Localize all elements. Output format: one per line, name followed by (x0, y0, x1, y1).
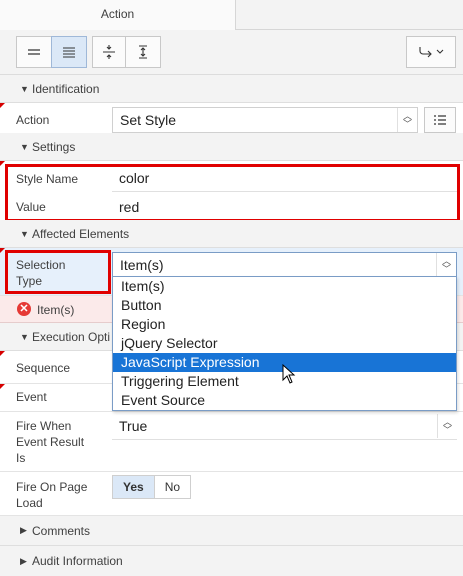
section-title: Affected Elements (32, 226, 130, 241)
action-select[interactable]: Set Style ︿ ﹀ (112, 107, 418, 133)
section-comments[interactable]: ▶ Comments (0, 516, 463, 546)
fire-on-load-label-line2: Load (16, 496, 43, 510)
dropdown-option[interactable]: Button (113, 296, 456, 315)
fire-on-load-toggle: Yes No (112, 475, 192, 499)
selection-type-select[interactable]: Item(s) ︿ ﹀ (112, 252, 457, 278)
section-identification[interactable]: ▼ Identification (0, 75, 463, 103)
section-title: Comments (32, 523, 91, 538)
tab-action[interactable]: Action (0, 0, 236, 30)
section-audit-information[interactable]: ▶ Audit Information (0, 546, 463, 576)
dropdown-option[interactable]: Event Source (113, 391, 456, 410)
expanded-triangle-icon: ▼ (20, 141, 29, 152)
expanded-triangle-icon: ▼ (20, 228, 29, 239)
fire-when-label-line2: Event Result (16, 435, 85, 449)
yes-button[interactable]: Yes (113, 476, 154, 498)
toolbar (0, 30, 463, 75)
action-value: Set Style (120, 112, 177, 128)
no-button[interactable]: No (153, 476, 191, 498)
expanded-view-icon (63, 47, 75, 58)
go-to-group-button[interactable] (406, 36, 456, 68)
section-settings[interactable]: ▼ Settings (0, 133, 463, 161)
go-to-group-icon (419, 47, 444, 58)
selection-type-dropdown: Item(s) Button Region jQuery Selector Ja… (112, 276, 457, 411)
expanded-view-button[interactable] (51, 36, 87, 68)
required-marker (0, 351, 5, 356)
fire-when-value: True (119, 418, 148, 434)
collapsed-triangle-icon: ▶ (20, 525, 27, 535)
compact-view-button[interactable] (16, 36, 52, 68)
section-affected-elements[interactable]: ▼ Affected Elements (0, 220, 463, 248)
selection-type-value: Item(s) (120, 257, 164, 273)
expanded-triangle-icon: ▼ (20, 83, 29, 94)
highlight-box-selection-type (5, 250, 111, 294)
expanded-triangle-icon: ▼ (20, 331, 29, 342)
dropdown-option[interactable]: Region (113, 315, 456, 334)
sequence-label: Sequence (16, 361, 71, 375)
section-title: Settings (32, 139, 76, 154)
fire-on-load-label-line1: Fire On Page (16, 480, 88, 494)
required-marker (0, 103, 5, 108)
fire-when-label-line1: Fire When (16, 419, 72, 433)
error-icon: ✕ (17, 302, 31, 316)
dropdown-option[interactable]: Item(s) (113, 277, 456, 296)
tab-bar: Action (0, 0, 463, 30)
fire-when-select[interactable]: True ︿ ﹀ (112, 414, 457, 440)
select-spinner-icon: ︿ ﹀ (437, 414, 457, 438)
mouse-cursor-icon (282, 364, 296, 384)
dropdown-option[interactable]: jQuery Selector (113, 334, 456, 353)
fire-when-label-line3: Is (16, 451, 26, 465)
expand-all-button[interactable] (125, 36, 161, 68)
highlight-box-settings (5, 164, 460, 222)
event-label: Event (16, 390, 47, 404)
list-of-values-button[interactable] (424, 107, 456, 133)
error-text: Item(s) (37, 303, 75, 317)
row-fire-on-load: Fire On Page Load (0, 472, 463, 516)
expand-all-icon (139, 45, 147, 59)
section-title: Audit Information (32, 554, 123, 568)
section-title: Identification (32, 81, 100, 96)
collapse-all-button[interactable] (92, 36, 126, 68)
list-icon (434, 115, 446, 125)
select-spinner-icon: ︿ ﹀ (436, 253, 456, 277)
action-label: Action (16, 113, 50, 127)
required-marker (0, 384, 5, 389)
row-fire-when: Fire When Event Result Is True ︿ ﹀ (0, 412, 463, 472)
collapsed-triangle-icon: ▶ (20, 555, 27, 566)
compact-view-icon (28, 49, 40, 55)
section-title: Execution Opti (32, 329, 111, 344)
collapse-all-icon (103, 45, 115, 59)
select-spinner-icon: ︿ ﹀ (397, 108, 417, 132)
